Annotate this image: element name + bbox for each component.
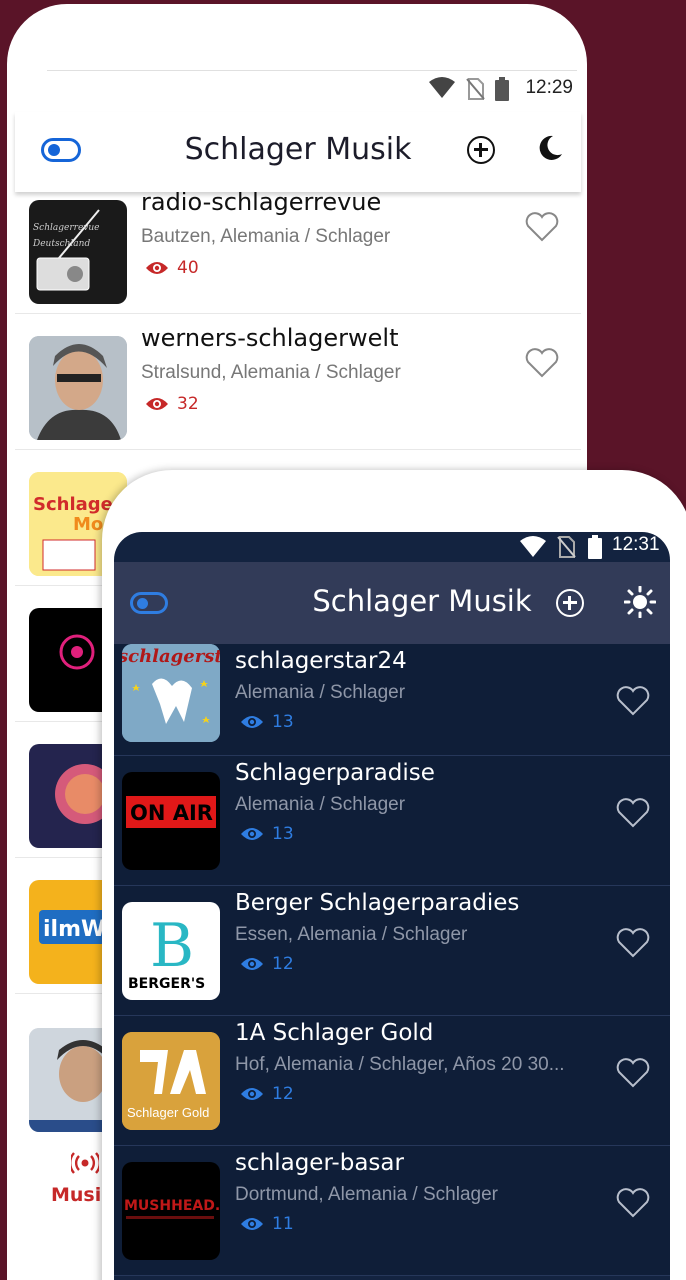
- heart-icon[interactable]: [616, 1058, 650, 1088]
- view-count: 12: [240, 1084, 294, 1104]
- no-sim-icon: [557, 536, 576, 558]
- add-circle-icon[interactable]: [467, 136, 495, 164]
- moon-icon[interactable]: [535, 134, 563, 162]
- no-sim-icon: [466, 78, 485, 100]
- station-location: Bautzen, Alemania / Schlager: [141, 226, 391, 247]
- station-location: Alemania / Schlager: [235, 682, 406, 703]
- app-title: Schlager Musik: [184, 132, 412, 167]
- station-name: radio-schlagerrevue: [141, 188, 382, 216]
- eye-icon: [241, 828, 263, 840]
- view-count: 40: [145, 258, 199, 278]
- svg-text:schlagerstar24: schlagerstar24: [122, 646, 220, 667]
- eye-icon: [241, 958, 263, 970]
- heart-icon[interactable]: [525, 348, 559, 378]
- station-logo: [29, 336, 127, 440]
- station-name: Schlagerparadise: [235, 760, 435, 786]
- view-count: 11: [240, 1214, 294, 1234]
- station-logo: Schlagerrevue Deutschland: [29, 200, 127, 304]
- svg-text:BERGER'S: BERGER'S: [128, 976, 205, 992]
- list-item[interactable]: ON AIR Schlagerparadise Alemania / Schla…: [114, 756, 670, 886]
- view-count-value: 13: [272, 824, 294, 844]
- view-count-value: 11: [272, 1214, 294, 1234]
- list-item[interactable]: Schlager Gold 1A Schlager Gold Hof, Alem…: [114, 1016, 670, 1146]
- view-count: 12: [240, 954, 294, 974]
- station-name: schlager-basar: [235, 1150, 404, 1176]
- add-circle-icon[interactable]: [556, 589, 584, 617]
- svg-text:MUSHHEAD.DE: MUSHHEAD.DE: [124, 1198, 220, 1214]
- station-name: Berger Schlagerparadies: [235, 890, 520, 916]
- status-time: 12:29: [525, 77, 573, 98]
- sun-icon[interactable]: [624, 586, 656, 618]
- station-list: schlagerstar24 schlagerstar24 Alemania /…: [114, 644, 670, 1276]
- view-count-value: 40: [177, 258, 199, 278]
- wifi-icon: [429, 77, 455, 98]
- view-count-value: 12: [272, 954, 294, 974]
- battery-icon: [495, 77, 509, 101]
- station-name: 1A Schlager Gold: [235, 1020, 434, 1046]
- dark-phone-screen: 12:31 Schlager Musik schlagerstar24: [114, 532, 670, 1280]
- station-location: Essen, Alemania / Schlager: [235, 924, 468, 945]
- station-location: Dortmund, Alemania / Schlager: [235, 1184, 498, 1205]
- eye-icon: [146, 262, 168, 274]
- station-name: schlagerstar24: [235, 648, 407, 674]
- view-count: 32: [145, 394, 199, 414]
- station-logo: ON AIR: [122, 772, 220, 870]
- svg-text:Schlager Gold: Schlager Gold: [127, 1105, 209, 1120]
- heart-icon[interactable]: [616, 928, 650, 958]
- app-toolbar: Schlager Musik: [114, 562, 670, 644]
- station-location: Stralsund, Alemania / Schlager: [141, 362, 401, 383]
- eye-icon: [241, 1218, 263, 1230]
- station-location: Hof, Alemania / Schlager, Años 20 30...: [235, 1054, 565, 1075]
- view-count-value: 12: [272, 1084, 294, 1104]
- battery-icon: [588, 535, 602, 559]
- eye-icon: [241, 1088, 263, 1100]
- radio-waves-icon[interactable]: [71, 1152, 99, 1174]
- status-bar: 12:31: [114, 532, 670, 562]
- station-logo: Schlager Gold: [122, 1032, 220, 1130]
- svg-text:B: B: [150, 911, 194, 981]
- heart-icon[interactable]: [616, 686, 650, 716]
- svg-text:Schlagerrevue: Schlagerrevue: [33, 223, 99, 233]
- eye-icon: [241, 716, 263, 728]
- svg-text:Deutschland: Deutschland: [32, 239, 90, 249]
- svg-text:ON AIR: ON AIR: [130, 801, 213, 825]
- view-count-value: 32: [177, 394, 199, 414]
- list-item[interactable]: MUSHHEAD.DE schlager-basar Dortmund, Ale…: [114, 1146, 670, 1276]
- station-name: werners-schlagerwelt: [141, 324, 399, 352]
- view-count: 13: [240, 824, 294, 844]
- status-time: 12:31: [612, 534, 660, 555]
- station-logo: MUSHHEAD.DE: [122, 1162, 220, 1260]
- eye-icon: [146, 398, 168, 410]
- wifi-icon: [520, 536, 546, 557]
- list-item[interactable]: Schlagerrevue Deutschland radio-schlagerr…: [15, 178, 581, 314]
- heart-icon[interactable]: [616, 1188, 650, 1218]
- station-logo: schlagerstar24: [122, 644, 220, 742]
- station-location: Alemania / Schlager: [235, 794, 406, 815]
- heart-icon[interactable]: [616, 798, 650, 828]
- station-logo: B BERGER'S: [122, 902, 220, 1000]
- app-toolbar: Schlager Musik: [15, 112, 581, 192]
- app-title: Schlager Musik: [312, 584, 532, 618]
- view-count: 13: [240, 712, 294, 732]
- status-bar: 12:29: [47, 70, 577, 112]
- list-item[interactable]: werners-schlagerwelt Stralsund, Alemania…: [15, 314, 581, 450]
- heart-icon[interactable]: [525, 212, 559, 242]
- view-count-value: 13: [272, 712, 294, 732]
- list-item[interactable]: B BERGER'S Berger Schlagerparadies Essen,…: [114, 886, 670, 1016]
- list-item[interactable]: schlagerstar24 schlagerstar24 Alemania /…: [114, 644, 670, 756]
- dark-phone-frame: 12:31 Schlager Musik schlagerstar24: [102, 470, 686, 1280]
